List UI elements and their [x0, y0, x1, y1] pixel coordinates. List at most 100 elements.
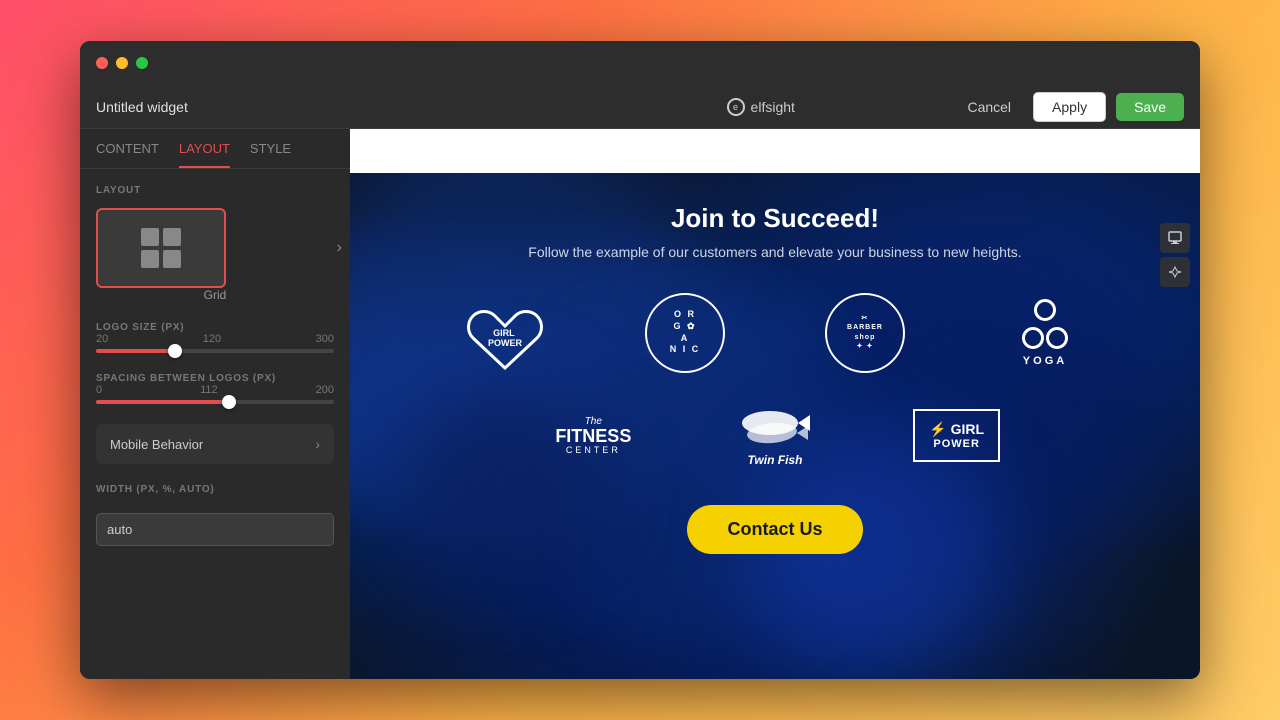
desktop-icon [1168, 231, 1182, 245]
width-section: WIDTH (PX, %, AUTO) [96, 484, 334, 546]
layout-option-grid[interactable] [96, 208, 226, 288]
mobile-behavior-chevron-icon: › [315, 436, 320, 452]
cancel-button[interactable]: Cancel [955, 93, 1023, 121]
logos-row-1: GIRL POWER O RG ✿AN I C [425, 290, 1125, 375]
spacing-current: 112 [200, 384, 218, 396]
layout-options-wrapper: › [96, 208, 334, 288]
logo-girl-power-2: ⚡ GIRL POWER [876, 395, 1038, 475]
spacing-section: SPACING BETWEEN LOGOS (PX) 0 112 200 [96, 373, 334, 404]
twinfish-logo: Twin Fish [730, 403, 820, 467]
logo-size-thumb[interactable] [168, 344, 182, 358]
barber-circle: ✂BARBERshop✦ ✦ [825, 293, 905, 373]
organic-text: O RG ✿AN I C [670, 309, 701, 356]
logo-size-section: LOGO SIZE (PX) 20 120 300 [96, 322, 334, 353]
logo-size-min: 20 [96, 333, 108, 345]
yoga-circle-right [1046, 327, 1068, 349]
elfsight-text: elfsight [751, 99, 795, 115]
logo-organic-cafe: O RG ✿AN I C [605, 290, 765, 375]
apply-button[interactable]: Apply [1033, 92, 1106, 122]
layout-option-label: Grid [96, 288, 334, 302]
sidebar-layout-content: LAYOUT › Grid [80, 169, 350, 679]
spacing-max: 200 [316, 384, 334, 396]
girlpower2-text: POWER [933, 438, 980, 450]
logo-barber-shop: ✂BARBERshop✦ ✦ [785, 290, 945, 375]
paint-icon [1168, 265, 1182, 279]
fitness-main-text: FITNESS [555, 427, 631, 445]
girlpower2-logo: ⚡ GIRL POWER [913, 409, 1000, 462]
grid-cell-4 [163, 250, 181, 268]
layout-chevron-right-icon: › [337, 239, 342, 257]
fitness-center-text: CENTER [566, 445, 621, 455]
preview-white-bar [350, 129, 1200, 173]
spacing-label: SPACING BETWEEN LOGOS (PX) [96, 373, 334, 384]
logo-size-track[interactable] [96, 349, 334, 353]
preview-subtitle: Follow the example of our customers and … [528, 244, 1021, 260]
grid-cell-2 [163, 228, 181, 246]
widget-name-label: Untitled widget [96, 99, 188, 115]
grid-cell-3 [141, 250, 159, 268]
contact-us-button[interactable]: Contact Us [687, 505, 862, 554]
grid-cell-1 [141, 228, 159, 246]
logo-size-fill [96, 349, 175, 353]
fitness-logo: The FITNESS CENTER [555, 416, 631, 455]
topbar: e elfsight Cancel Apply Save [350, 85, 1200, 129]
logo-twin-fish: Twin Fish [694, 395, 856, 475]
main-area: e elfsight Cancel Apply Save [350, 85, 1200, 679]
preview-area: Join to Succeed! Follow the example of o… [350, 129, 1200, 679]
width-input[interactable] [96, 513, 334, 546]
sidebar: Untitled widget CONTENT LAYOUT STYLE LAY… [80, 85, 350, 679]
spacing-track[interactable] [96, 400, 334, 404]
traffic-light-red[interactable] [96, 57, 108, 69]
organic-circle: O RG ✿AN I C [645, 293, 725, 373]
window-main: Untitled widget CONTENT LAYOUT STYLE LAY… [80, 85, 1200, 679]
mobile-behavior-label: Mobile Behavior [110, 437, 203, 452]
logo-size-current: 120 [203, 333, 221, 345]
preview-content: Join to Succeed! Follow the example of o… [350, 173, 1200, 679]
spacing-fill [96, 400, 229, 404]
twinfish-svg [730, 403, 820, 453]
twinfish-text: Twin Fish [730, 453, 820, 467]
logo-fitness-center: The FITNESS CENTER [513, 395, 675, 475]
app-window: Untitled widget CONTENT LAYOUT STYLE LAY… [80, 41, 1200, 679]
logo-size-values: 20 120 300 [96, 333, 334, 345]
tab-style[interactable]: STYLE [250, 141, 291, 168]
elfsight-logo: e elfsight [727, 98, 795, 116]
layout-section-label: LAYOUT [96, 185, 334, 196]
barber-text: ✂BARBERshop✦ ✦ [847, 314, 883, 350]
svg-text:GIRL POWER: GIRL POWER [488, 328, 523, 348]
logo-size-max: 300 [316, 333, 334, 345]
yoga-circles [1020, 299, 1070, 349]
tab-content[interactable]: CONTENT [96, 141, 159, 168]
spacing-thumb[interactable] [222, 395, 236, 409]
elfsight-icon: e [727, 98, 745, 116]
traffic-light-green[interactable] [136, 57, 148, 69]
paint-control[interactable] [1160, 257, 1190, 287]
save-button[interactable]: Save [1116, 93, 1184, 121]
preview-side-controls [1160, 223, 1190, 287]
tab-layout[interactable]: LAYOUT [179, 141, 230, 168]
widget-name-bar: Untitled widget [80, 85, 350, 129]
topbar-right: Cancel Apply Save [955, 92, 1184, 122]
girlpower2-lightning: ⚡ GIRL [929, 421, 984, 438]
preview-title: Join to Succeed! [671, 203, 879, 234]
spacing-min: 0 [96, 384, 102, 396]
yoga-circle-left [1022, 327, 1044, 349]
yoga-text: YOGA [1023, 355, 1067, 367]
girl-power-svg: GIRL POWER [465, 290, 545, 375]
fitness-the-text: The [585, 416, 602, 427]
logo-size-label: LOGO SIZE (PX) [96, 322, 334, 333]
grid-layout-icon [141, 228, 181, 268]
spacing-values: 0 112 200 [96, 384, 334, 396]
traffic-light-yellow[interactable] [116, 57, 128, 69]
preview-inner: Join to Succeed! Follow the example of o… [390, 203, 1160, 554]
logos-row-2: The FITNESS CENTER [513, 395, 1038, 475]
sidebar-tabs: CONTENT LAYOUT STYLE [80, 129, 350, 169]
yoga-icon: YOGA [1020, 299, 1070, 367]
mobile-behavior-row[interactable]: Mobile Behavior › [96, 424, 334, 464]
yoga-circle-top [1034, 299, 1056, 321]
width-label: WIDTH (PX, %, AUTO) [96, 484, 334, 495]
desktop-view-control[interactable] [1160, 223, 1190, 253]
window-titlebar [80, 41, 1200, 85]
logo-girl-power: GIRL POWER [425, 290, 585, 375]
logo-yoga: YOGA [965, 290, 1125, 375]
